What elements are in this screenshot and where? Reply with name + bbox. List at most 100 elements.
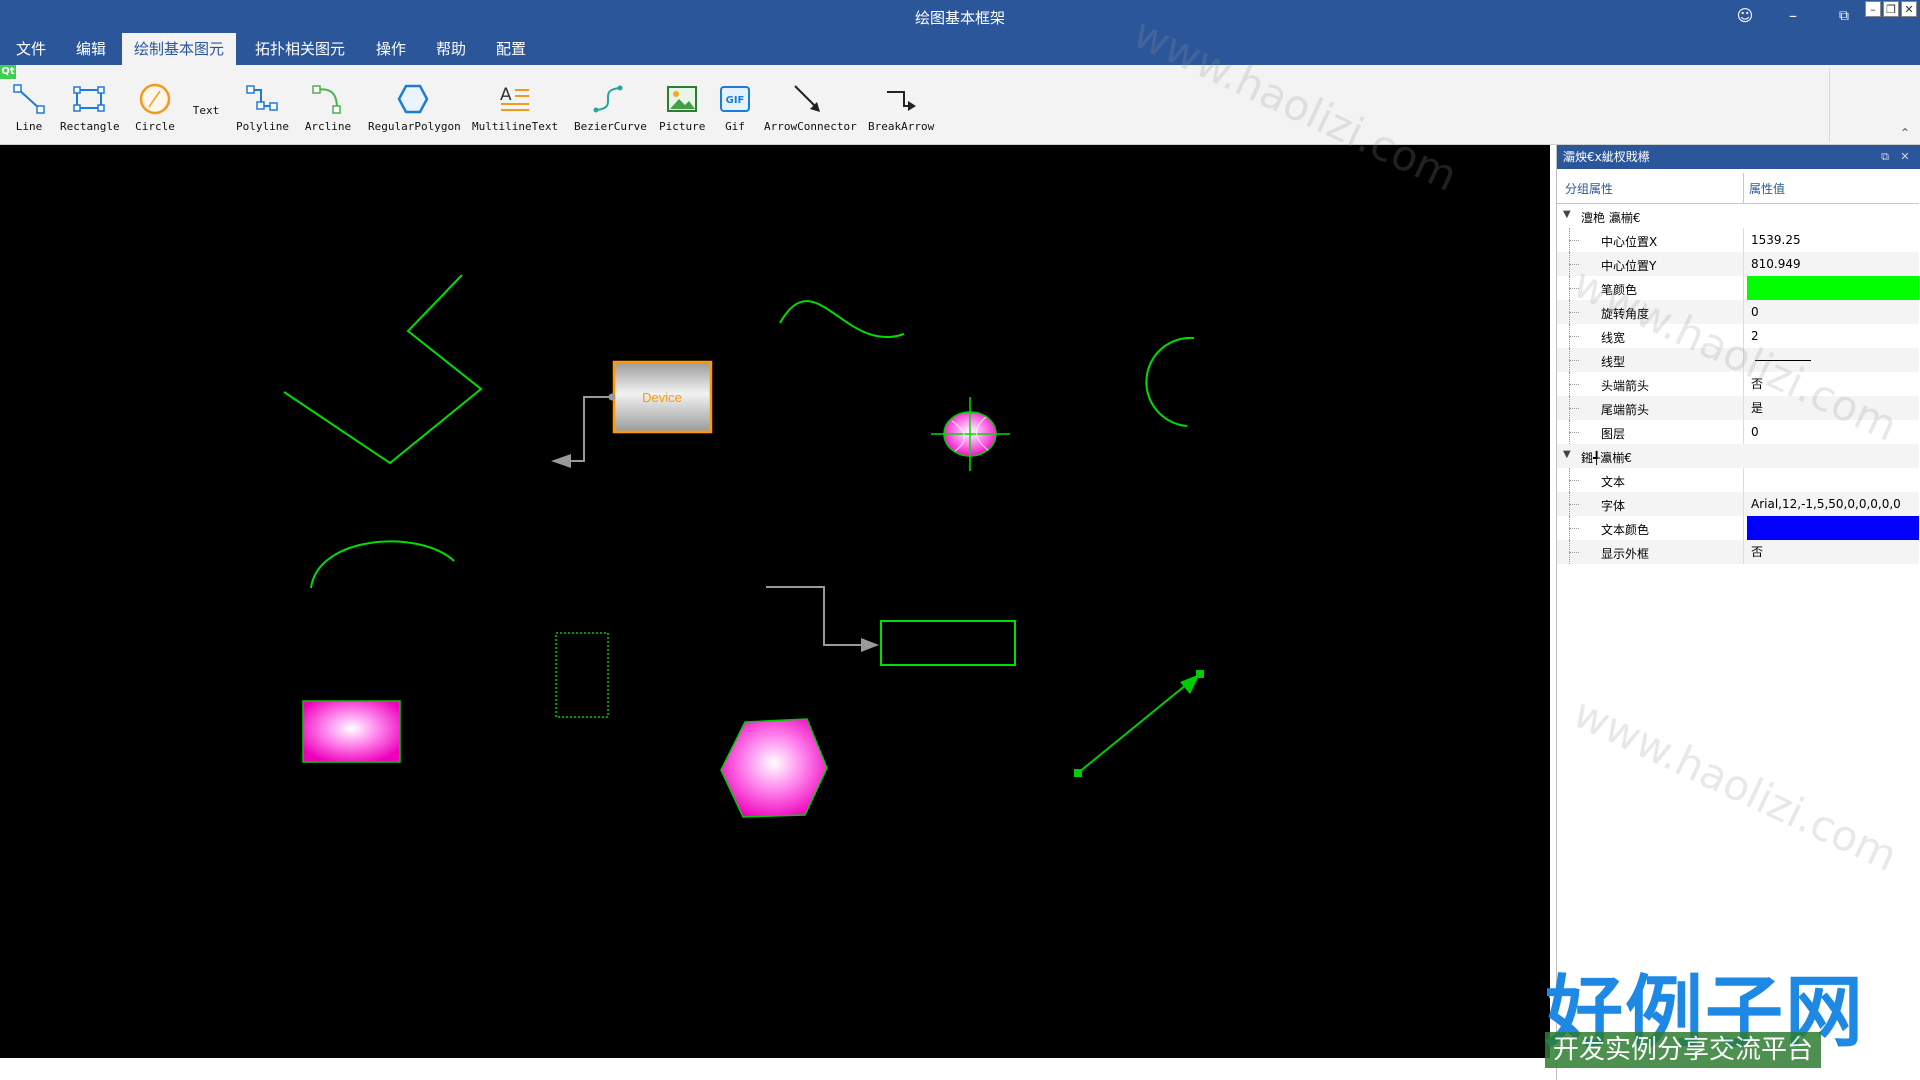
dotted-rectangle-shape[interactable] <box>555 632 609 718</box>
property-row[interactable]: 中心位置Y 810.949 <box>1557 252 1919 276</box>
menu-edit[interactable]: 编辑 <box>64 33 118 65</box>
menu-help[interactable]: 帮助 <box>424 33 478 65</box>
property-value[interactable]: 2 <box>1747 324 1919 348</box>
drawing-canvas[interactable]: Device <box>0 145 1550 1058</box>
property-name: 笔颜色 <box>1601 283 1638 297</box>
property-value[interactable]: 否 <box>1747 540 1919 564</box>
canvas-shapes: Device <box>283 274 1204 818</box>
property-name: 字体 <box>1601 499 1626 513</box>
property-row[interactable]: 字体 Arial,12,-1,5,50,0,0,0,0,0 <box>1557 492 1919 516</box>
tool-polyline[interactable]: Polyline <box>236 82 289 138</box>
magenta-rectangle-shape[interactable] <box>302 700 401 763</box>
tool-line[interactable]: Line <box>12 82 46 138</box>
tool-break-arrow[interactable]: BreakArrow <box>868 82 934 138</box>
tool-arrow-connector[interactable]: ArrowConnector <box>764 82 857 138</box>
restore-icon[interactable]: ⧉ <box>1832 4 1856 28</box>
tool-gif-label: Gif <box>725 120 745 133</box>
tool-rectangle[interactable]: Rectangle <box>60 82 120 138</box>
property-value[interactable]: 是 <box>1747 396 1919 420</box>
property-group-text[interactable]: ▼ 鎺╃瀛椾€ <box>1557 444 1919 468</box>
tool-regular-polygon[interactable]: RegularPolygon <box>368 82 461 138</box>
multiline-text-tool-icon: A <box>500 85 529 111</box>
tool-polyline-label: Polyline <box>236 120 289 133</box>
property-value[interactable]: 1539.25 <box>1747 228 1919 252</box>
sys-maximize-button[interactable]: ❐ <box>1883 1 1899 17</box>
minimize-icon[interactable]: – <box>1781 4 1805 28</box>
green-polyline-shape[interactable] <box>283 274 483 465</box>
tool-line-label: Line <box>15 120 43 133</box>
property-row[interactable]: 文本颜色 <box>1557 516 1919 540</box>
property-value[interactable]: Arial,12,-1,5,50,0,0,0,0,0 <box>1747 492 1919 516</box>
break-arrow-head <box>861 638 879 652</box>
property-row[interactable]: 尾端箭头 是 <box>1557 396 1919 420</box>
property-name: 线型 <box>1601 355 1626 369</box>
property-value[interactable]: 810.949 <box>1747 252 1919 276</box>
line-style-sample <box>1755 360 1811 361</box>
menu-config[interactable]: 配置 <box>484 33 538 65</box>
column-header-name[interactable]: 分组属性 <box>1565 180 1613 197</box>
menu-topology[interactable]: 拓扑相关图元 <box>243 33 357 65</box>
property-name: 旋转角度 <box>1601 307 1650 321</box>
property-row[interactable]: 旋转角度 0 <box>1557 300 1919 324</box>
smiley-icon[interactable]: ☺ <box>1733 4 1757 28</box>
property-row[interactable]: 文本 <box>1557 468 1919 492</box>
column-header-value[interactable]: 属性值 <box>1749 180 1785 197</box>
ribbon-collapse-button[interactable]: ⌃ <box>1898 126 1912 140</box>
green-rectangle-shape[interactable] <box>880 620 1016 666</box>
tool-picture[interactable]: Picture <box>659 82 705 138</box>
circle-tool-icon <box>139 83 171 115</box>
gif-badge-text: GIF <box>726 95 745 106</box>
property-row[interactable]: 图层 0 <box>1557 420 1919 444</box>
property-row[interactable]: 显示外框 否 <box>1557 540 1919 564</box>
grey-arrow-connector[interactable] <box>568 396 612 462</box>
break-arrow-tool-icon <box>887 91 916 111</box>
polygon-tool-icon <box>397 84 429 114</box>
line-style-value[interactable] <box>1747 348 1919 372</box>
tool-multiline-text-label: MultilineText <box>472 120 559 133</box>
tool-gif[interactable]: GIF Gif <box>718 82 752 138</box>
property-row[interactable]: 中心位置X 1539.25 <box>1557 228 1919 252</box>
text-color-swatch[interactable] <box>1747 516 1919 540</box>
arrow-line-start-handle <box>1074 769 1082 777</box>
sys-close-button[interactable]: ✕ <box>1901 1 1917 17</box>
panel-float-button[interactable]: ⧉ <box>1877 145 1893 169</box>
property-value[interactable]: 否 <box>1747 372 1919 396</box>
property-row[interactable]: 线型 <box>1557 348 1919 372</box>
panel-close-button[interactable]: ✕ <box>1897 145 1913 169</box>
tool-multiline-text[interactable]: A MultilineText <box>472 82 558 138</box>
green-arrow-line[interactable] <box>1077 679 1193 774</box>
green-arcline-shape[interactable] <box>310 540 455 589</box>
tool-text-label: Text <box>192 104 220 117</box>
watermark-logo: 好例子网 开发实例分享交流平台 <box>1545 950 1865 1070</box>
green-bezier-shape[interactable] <box>779 300 905 338</box>
property-name: 图层 <box>1601 427 1626 441</box>
tool-break-arrow-label: BreakArrow <box>868 120 935 133</box>
expand-triangle-icon[interactable]: ▼ <box>1563 209 1571 220</box>
property-value[interactable]: 0 <box>1747 420 1919 444</box>
tool-arcline[interactable]: Arcline <box>304 82 352 138</box>
expand-triangle-icon[interactable]: ▼ <box>1563 449 1571 460</box>
property-name: 中心位置X <box>1601 235 1658 249</box>
sys-minimize-button[interactable]: – <box>1865 1 1881 17</box>
property-row[interactable]: 头端箭头 否 <box>1557 372 1919 396</box>
tool-arrow-connector-label: ArrowConnector <box>764 120 857 133</box>
tool-arcline-label: Arcline <box>304 120 352 133</box>
menu-operate[interactable]: 操作 <box>364 33 418 65</box>
tool-picture-label: Picture <box>659 120 706 133</box>
menu-draw-basic[interactable]: 绘制基本图元 <box>122 33 237 65</box>
line-tool-icon <box>13 84 45 114</box>
green-arc-shape[interactable] <box>1145 336 1195 427</box>
tool-bezier-curve[interactable]: BezierCurve <box>574 82 647 138</box>
break-arrow-shape[interactable] <box>766 586 862 646</box>
property-row[interactable]: 笔颜色 <box>1557 276 1919 300</box>
header-divider[interactable] <box>1743 173 1744 203</box>
property-group-appearance[interactable]: ▼ 澶栬 瀛椾€ <box>1557 204 1919 228</box>
property-row[interactable]: 线宽 2 <box>1557 324 1919 348</box>
menu-file[interactable]: 文件 <box>4 33 58 65</box>
property-value[interactable]: 0 <box>1747 300 1919 324</box>
pen-color-swatch[interactable] <box>1747 276 1919 300</box>
grey-arrow-head <box>551 454 571 468</box>
tool-circle[interactable]: Circle <box>133 82 177 138</box>
property-value[interactable] <box>1747 468 1919 492</box>
magenta-hexagon-shape[interactable] <box>720 718 828 818</box>
